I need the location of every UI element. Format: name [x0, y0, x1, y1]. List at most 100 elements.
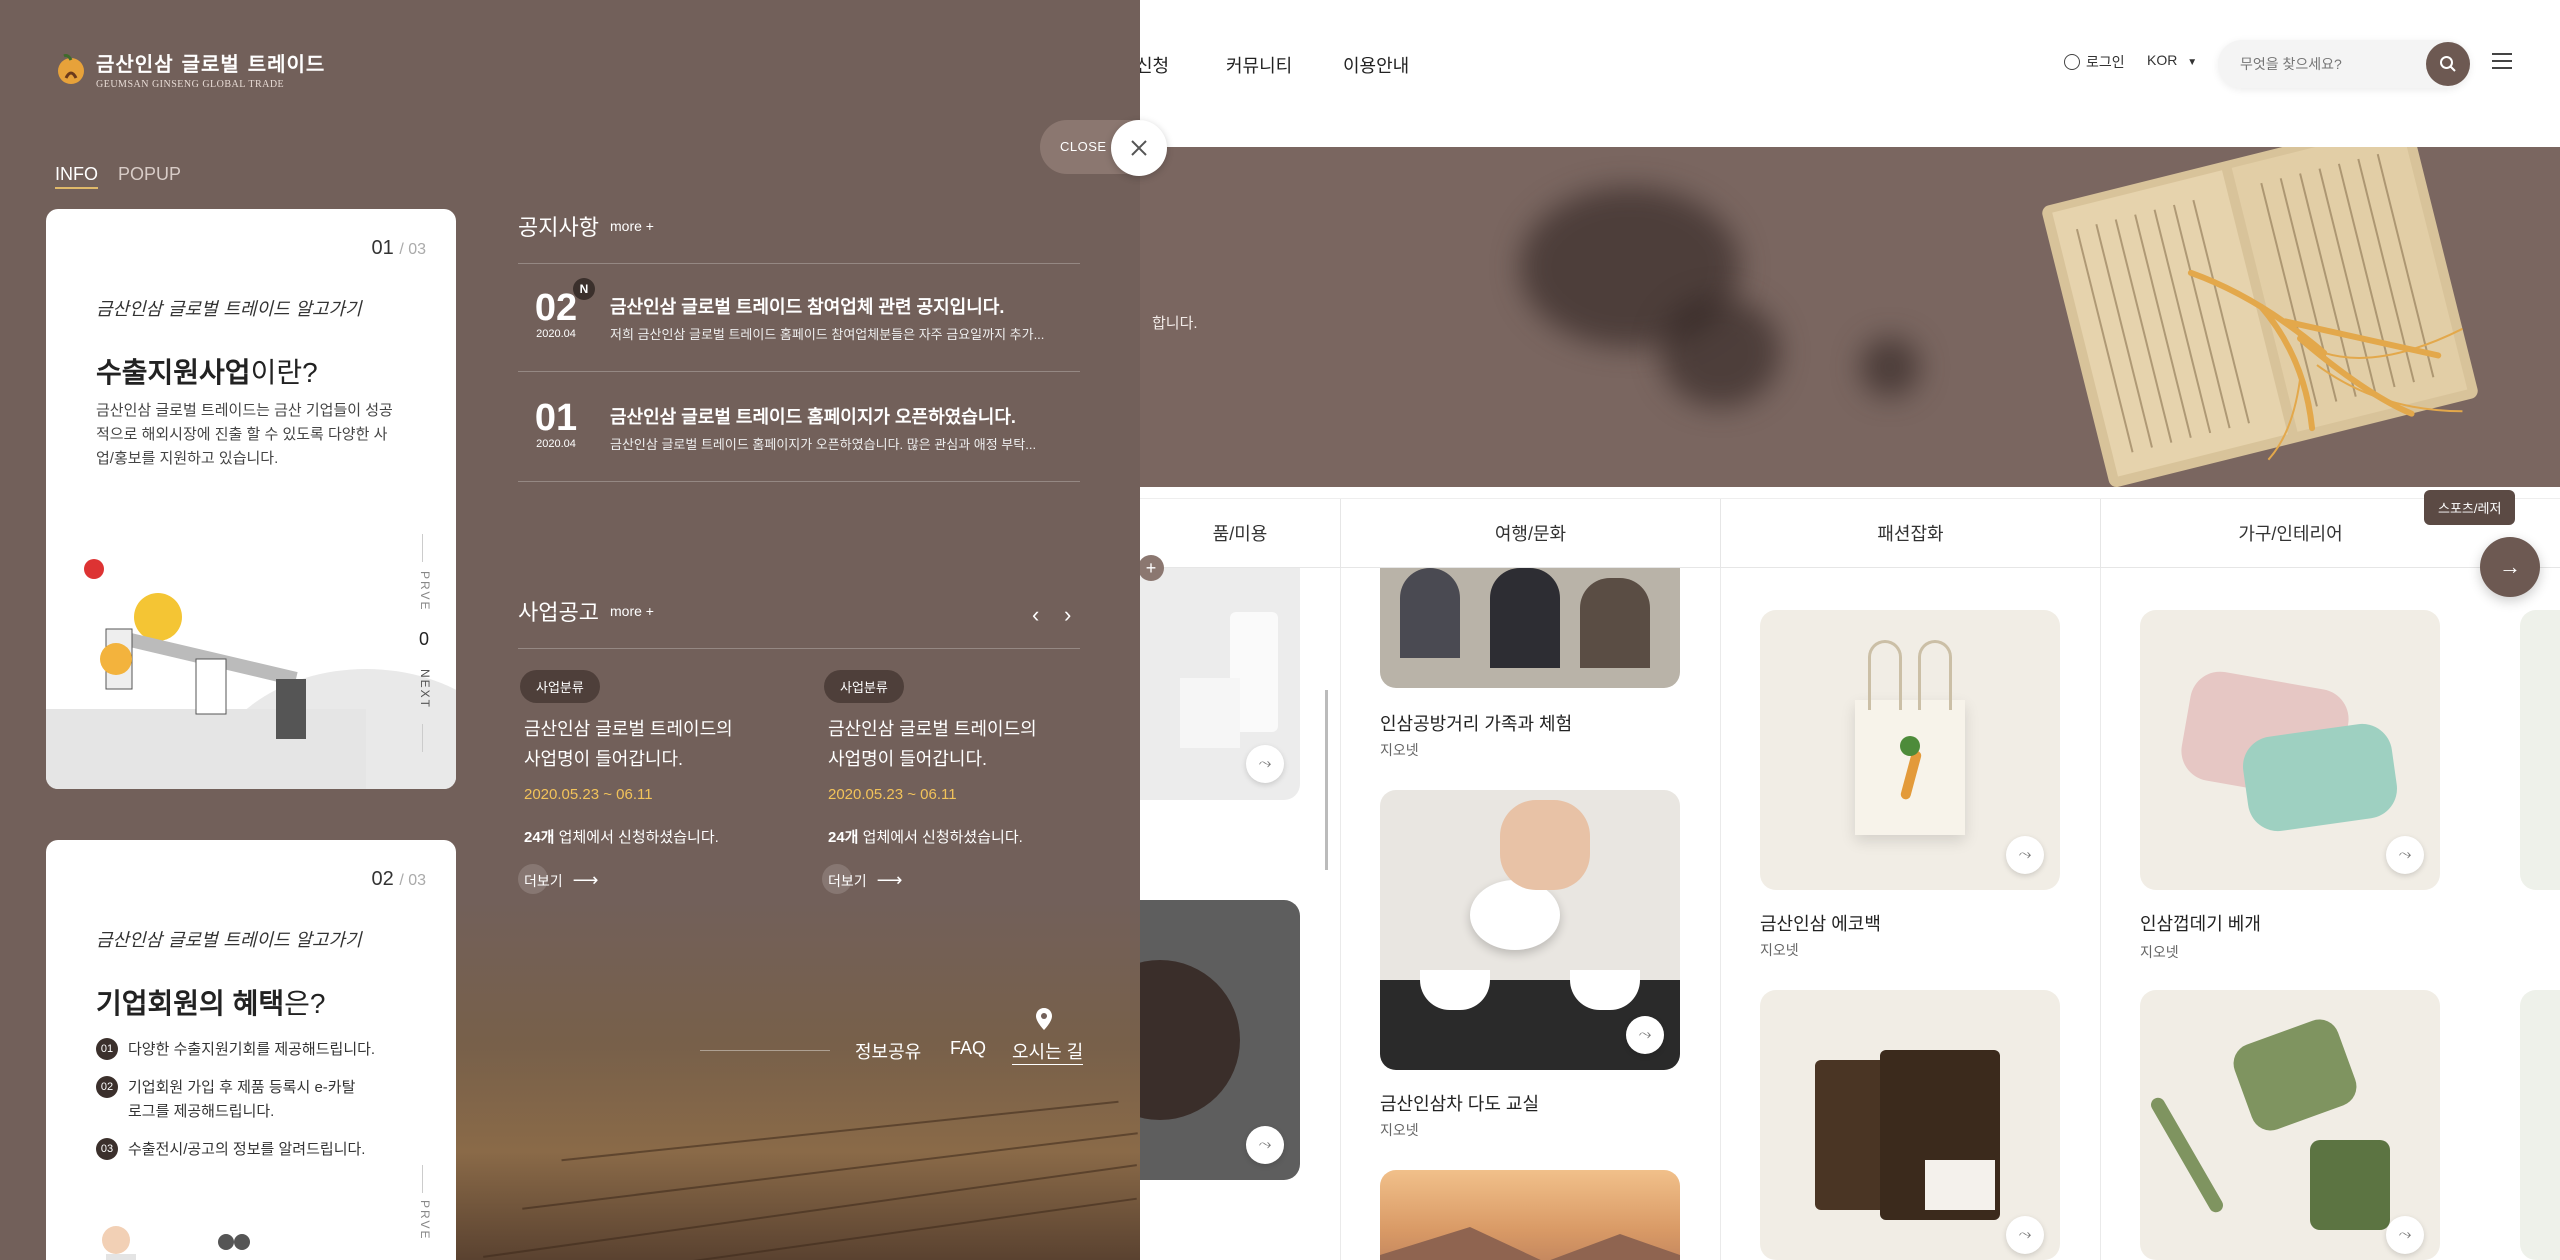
site-logo[interactable]: 금산인삼 글로벌 트레이드 GEUMSAN GINSENG GLOBAL TRA… — [54, 48, 325, 90]
scroll-indicator[interactable] — [1325, 690, 1328, 870]
prev-control[interactable]: PRVE — [418, 1200, 432, 1240]
category-next-button[interactable]: → — [2480, 537, 2540, 597]
business-more-button[interactable]: 더보기 ⟶ — [822, 864, 903, 894]
footer-link-faq[interactable]: FAQ — [950, 1038, 986, 1059]
share-icon[interactable]: ⤳ — [2386, 1216, 2424, 1254]
ginseng-logo-icon — [58, 54, 84, 84]
benefit-item: 02 기업회원 가입 후 제품 등록시 e-카탈로그를 제공해드립니다. — [96, 1076, 416, 1124]
share-icon[interactable]: ⤳ — [2386, 836, 2424, 874]
search-input[interactable] — [2218, 40, 2408, 88]
business-more-button[interactable]: 더보기 ⟶ — [518, 864, 599, 894]
panel-tabs: INFO POPUP — [55, 164, 181, 189]
card-handwriting: 금산인삼 글로벌 트레이드 알고가기 — [96, 930, 362, 951]
search-button[interactable] — [2426, 42, 2470, 86]
nav-item-guide[interactable]: 이용안내 — [1343, 52, 1409, 78]
card-headline: 수출지원사업이란? — [96, 357, 318, 388]
card-counter: 01 / 03 — [371, 237, 427, 259]
notice-section-title: 공지사항 — [518, 215, 599, 240]
category-tooltip: 스포츠/레저 — [2424, 490, 2516, 525]
arrow-right-icon: ⟶ — [572, 870, 599, 890]
share-icon[interactable]: ⤳ — [2006, 1216, 2044, 1254]
footer-link-directions[interactable]: 오시는 길 — [1012, 1038, 1084, 1065]
hamburger-menu-icon[interactable] — [2492, 53, 2512, 69]
login-label: 로그인 — [2086, 54, 2125, 70]
business-applicants: 24개 업체에서 신청하셨습니다. — [828, 829, 1023, 846]
logo-title: 금산인삼 글로벌 트레이드 — [96, 52, 326, 76]
product-title[interactable]: 인삼껍데기 베개 — [2140, 910, 2261, 936]
benefit-item: 01 다양한 수출지원기회를 제공해드립니다. — [96, 1038, 416, 1060]
card-counter: 02 / 03 — [371, 868, 427, 890]
notice-more-link[interactable]: more + — [610, 218, 654, 234]
product-title[interactable]: 금산인삼차 다도 교실 — [1380, 1090, 1539, 1116]
business-more-link[interactable]: more + — [610, 603, 654, 619]
close-label: CLOSE — [1060, 139, 1107, 154]
category-tag: 사업분류 — [520, 670, 600, 703]
tab-info[interactable]: INFO — [55, 164, 98, 189]
illustration-people — [46, 559, 456, 789]
close-icon — [1131, 140, 1147, 156]
page-indicator: 0 — [418, 629, 429, 649]
close-button[interactable] — [1111, 120, 1167, 176]
card-headline: 기업회원의 혜택은? — [96, 988, 326, 1019]
illustration-binoculars — [102, 1226, 250, 1260]
benefit-item: 03 수출전시/공고의 정보를 알려드립니다. — [96, 1138, 416, 1160]
hero-text: 합니다. — [1152, 315, 1198, 332]
product-image[interactable] — [1380, 568, 1680, 688]
business-section-title: 사업공고 — [518, 600, 599, 625]
search-box — [2218, 40, 2470, 88]
add-icon[interactable]: + — [1138, 555, 1164, 581]
benefit-list: 01 다양한 수출지원기회를 제공해드립니다. 02 기업회원 가입 후 제품 … — [96, 1038, 416, 1160]
next-control[interactable]: NEXT — [418, 669, 432, 709]
logo-subtitle: GEUMSAN GINSENG GLOBAL TRADE — [96, 79, 285, 90]
tab-beauty[interactable]: 품/미용 — [1140, 499, 1340, 569]
language-select[interactable]: KOR ▼ — [2147, 52, 2197, 68]
product-company: 지오넷 — [1760, 942, 1799, 958]
chevron-left-icon[interactable]: ‹ — [1032, 602, 1039, 628]
notice-summary: 저희 금산인삼 글로벌 트레이드 홈페이드 참여업체분들은 자주 금요일까지 추… — [610, 327, 1045, 342]
nav-item-community[interactable]: 커뮤니티 — [1226, 52, 1292, 78]
tab-furniture[interactable]: 가구/인테리어 — [2100, 499, 2480, 569]
nav-item-apply[interactable]: 신청 — [1136, 52, 1169, 78]
footer-link-share[interactable]: 정보공유 — [855, 1038, 921, 1064]
prev-control[interactable]: PRVE — [418, 571, 432, 611]
column-divider — [1340, 568, 1341, 1260]
arrow-right-icon: ⟶ — [876, 870, 903, 890]
product-company: 지오넷 — [2140, 944, 2179, 960]
business-date: 2020.05.23 ~ 06.11 — [524, 786, 653, 803]
product-image-peek — [2520, 990, 2560, 1260]
notice-date: 01 2020.04 — [534, 397, 578, 450]
info-card: 02 / 03 금산인삼 글로벌 트레이드 알고가기 기업회원의 혜택은? 01… — [46, 840, 456, 1260]
language-value: KOR — [2147, 52, 2178, 68]
notice-summary: 금산인삼 글로벌 트레이드 홈페이지가 오픈하였습니다. 많은 관심과 애정 부… — [610, 437, 1037, 452]
page: 신청 커뮤니티 이용안내 로그인 KOR ▼ 무엇을 찾으세요? 합니다. 품/… — [0, 0, 2560, 1260]
product-image[interactable] — [1380, 1170, 1680, 1260]
tab-fashion[interactable]: 패션잡화 — [1720, 499, 2100, 569]
business-applicants: 24개 업체에서 신청하셨습니다. — [524, 829, 719, 846]
business-date: 2020.05.23 ~ 06.11 — [828, 786, 957, 803]
share-icon[interactable]: ⤳ — [1246, 1126, 1284, 1164]
hero-banner: 합니다. — [1140, 147, 2560, 487]
ginseng-book-image — [2042, 147, 2478, 487]
chevron-right-icon[interactable]: › — [1064, 602, 1071, 628]
login-link[interactable]: 로그인 — [2064, 52, 2125, 72]
share-icon[interactable]: ⤳ — [1626, 1016, 1664, 1054]
category-tabs: 품/미용 여행/문화 패션잡화 가구/인테리어 — [1140, 498, 2560, 569]
business-title: 금산인삼 글로벌 트레이드의 사업명이 들어갑니다. — [828, 719, 1037, 769]
share-icon[interactable]: ⤳ — [1246, 745, 1284, 783]
column-divider — [2100, 568, 2101, 1260]
notice-title: 금산인삼 글로벌 트레이드 참여업체 관련 공지입니다. — [610, 297, 1005, 317]
tab-travel-culture[interactable]: 여행/문화 — [1340, 499, 1720, 569]
tab-popup[interactable]: POPUP — [118, 164, 181, 189]
product-title[interactable]: 금산인삼 에코백 — [1760, 910, 1881, 936]
product-title[interactable]: 인삼공방거리 가족과 체험 — [1380, 710, 1572, 736]
product-image-peek — [2520, 610, 2560, 890]
notice-title: 금산인삼 글로벌 트레이드 홈페이지가 오픈하였습니다. — [610, 407, 1016, 427]
share-icon[interactable]: ⤳ — [2006, 836, 2044, 874]
card-handwriting: 금산인삼 글로벌 트레이드 알고가기 — [96, 299, 362, 320]
info-card: 01 / 03 금산인삼 글로벌 트레이드 알고가기 수출지원사업이란? 금산인… — [46, 209, 456, 789]
product-company: 지오넷 — [1380, 1122, 1419, 1138]
tea-field-background — [455, 900, 1140, 1260]
location-pin-icon — [1036, 1008, 1052, 1030]
user-icon — [2064, 54, 2080, 70]
product-company: 지오넷 — [1380, 742, 1419, 758]
